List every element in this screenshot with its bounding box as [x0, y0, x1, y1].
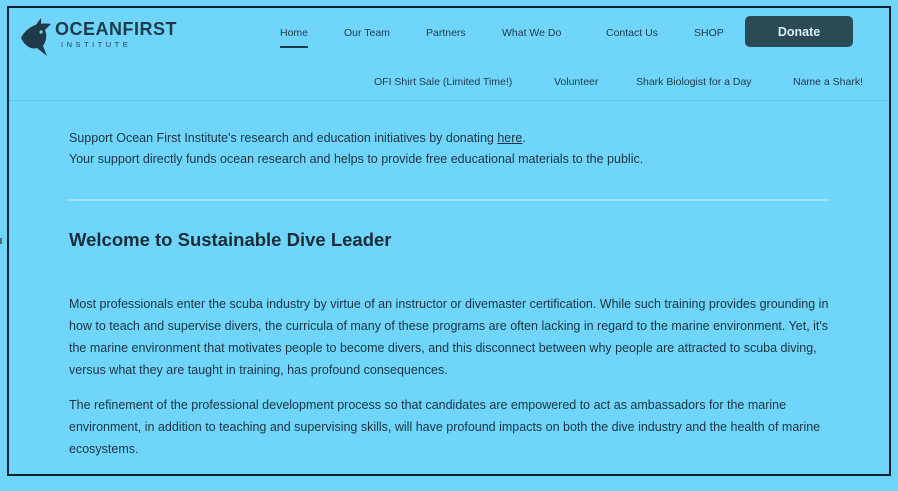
nav-home[interactable]: Home: [280, 27, 309, 48]
nav-our-team[interactable]: Our Team: [344, 27, 390, 39]
donate-here-link[interactable]: here: [497, 131, 522, 145]
support-text-suffix: .: [522, 131, 526, 145]
edge-mark: [0, 238, 2, 244]
donate-button[interactable]: Donate: [745, 16, 853, 47]
nav-shop[interactable]: SHOP: [694, 27, 724, 39]
nav-contact-us[interactable]: Contact Us: [606, 27, 658, 39]
brand-subtitle: INSTITUTE: [61, 40, 132, 49]
intro-paragraph-1: Most professionals enter the scuba indus…: [69, 297, 829, 377]
support-block: Support Ocean First Institute's research…: [69, 128, 829, 170]
nav-shark-biologist[interactable]: Shark Biologist for a Day: [636, 76, 752, 88]
shark-logo-icon: [21, 18, 51, 56]
page-title: Welcome to Sustainable Dive Leader: [69, 229, 392, 250]
nav-name-a-shark[interactable]: Name a Shark!: [793, 76, 863, 88]
support-text-line2: Your support directly funds ocean resear…: [69, 152, 644, 166]
intro-paragraph-2: The refinement of the professional devel…: [69, 398, 821, 456]
support-text-prefix: Support Ocean First Institute's research…: [69, 131, 498, 145]
nav-partners[interactable]: Partners: [426, 27, 466, 39]
site-logo[interactable]: OCEANFIRST INSTITUTE: [17, 16, 177, 58]
nav-what-we-do[interactable]: What We Do: [502, 27, 561, 39]
support-text-line1: Support Ocean First Institute's research…: [69, 128, 829, 149]
site-header: OCEANFIRST INSTITUTE Home Our Team Partn…: [9, 8, 889, 101]
page-frame: OCEANFIRST INSTITUTE Home Our Team Partn…: [7, 6, 891, 476]
section-divider: [69, 199, 829, 201]
brand-name: OCEANFIRST: [55, 19, 177, 39]
nav-volunteer[interactable]: Volunteer: [554, 76, 598, 88]
nav-shirt-sale[interactable]: OFI Shirt Sale (Limited Time!): [374, 76, 512, 88]
